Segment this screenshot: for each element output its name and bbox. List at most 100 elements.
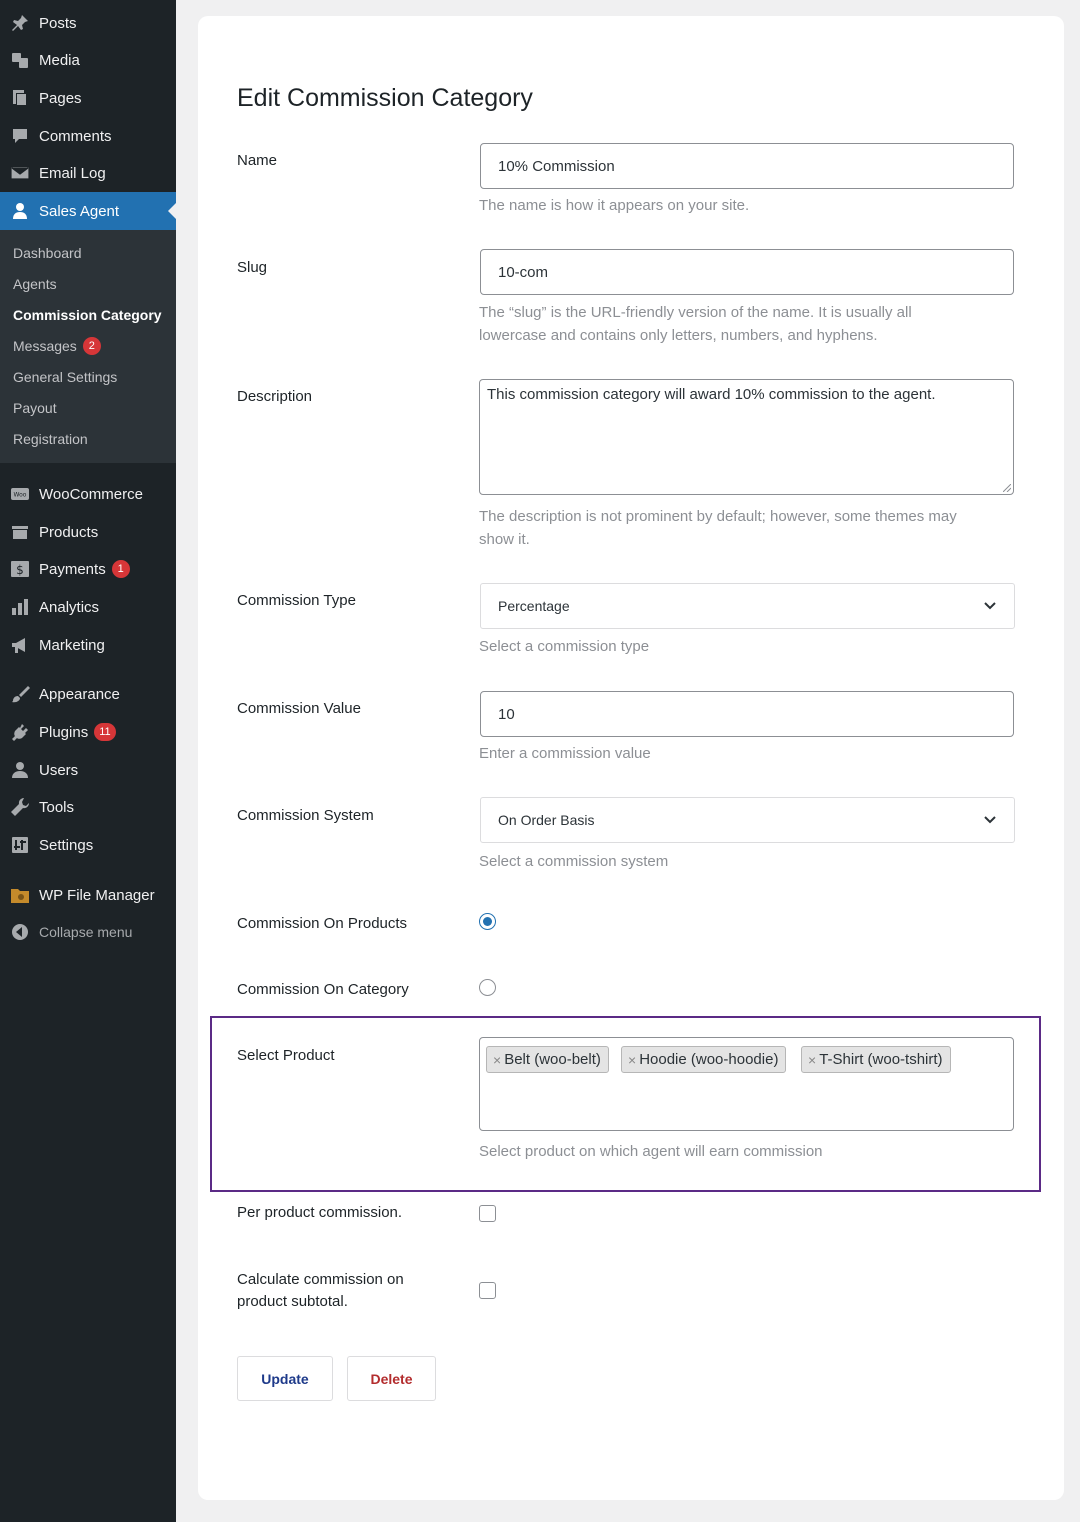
description-help-line: The description is not prominent by defa… — [479, 508, 957, 525]
remove-token-icon[interactable]: × — [493, 1052, 501, 1068]
menu-item-sales-agent[interactable]: Sales Agent — [0, 192, 176, 230]
folder-icon — [9, 885, 31, 905]
menu-item-analytics[interactable]: Analytics — [0, 588, 176, 626]
submenu-label: Messages — [13, 338, 77, 354]
per-product-commission-label: Per product commission. — [237, 1204, 403, 1221]
select-product-multiselect[interactable]: × Belt (woo-belt) × Hoodie (woo-hoodie) … — [479, 1037, 1014, 1131]
menu-item-settings[interactable]: Settings — [0, 826, 176, 864]
menu-item-plugins[interactable]: Plugins 11 — [0, 713, 176, 751]
wrench-icon — [9, 797, 31, 817]
email-icon — [9, 163, 31, 183]
submenu-agents[interactable]: Agents — [13, 273, 57, 295]
submenu-dashboard[interactable]: Dashboard — [13, 242, 82, 264]
description-value: This commission category will award 10% … — [487, 386, 936, 403]
slug-label: Slug — [237, 259, 268, 276]
menu-label: Users — [39, 761, 79, 779]
commission-system-select[interactable]: On Order Basis — [480, 797, 1015, 843]
menu-label: Plugins — [39, 723, 89, 741]
description-textarea[interactable]: This commission category will award 10% … — [479, 379, 1014, 495]
submenu-payout[interactable]: Payout — [13, 397, 57, 419]
menu-item-comments[interactable]: Comments — [0, 117, 176, 155]
collapse-menu-button[interactable]: Collapse menu — [0, 913, 176, 951]
page-title: Edit Commission Category — [237, 84, 533, 112]
agent-icon — [9, 201, 31, 221]
menu-label: Media — [39, 51, 80, 69]
submenu-commission-category[interactable]: Commission Category — [13, 304, 162, 326]
commission-on-products-radio[interactable] — [479, 913, 496, 930]
slug-help-line: The “slug” is the URL-friendly version o… — [479, 304, 912, 321]
menu-label: WooCommerce — [39, 485, 143, 503]
menu-item-appearance[interactable]: Appearance — [0, 675, 176, 713]
slug-input[interactable]: 10-com — [480, 249, 1014, 295]
menu-label: Tools — [39, 798, 75, 816]
menu-item-media[interactable]: Media — [0, 41, 176, 79]
menu-item-tools[interactable]: Tools — [0, 788, 176, 826]
menu-label: Products — [39, 523, 99, 541]
delete-button[interactable]: Delete — [347, 1356, 436, 1401]
submenu-messages[interactable]: Messages 2 — [13, 335, 101, 357]
comment-icon — [9, 126, 31, 146]
product-token[interactable]: × Hoodie (woo-hoodie) — [621, 1046, 787, 1073]
media-icon — [9, 50, 31, 70]
user-icon — [9, 760, 31, 780]
resize-grip-icon[interactable] — [1003, 484, 1011, 492]
per-product-commission-checkbox[interactable] — [479, 1205, 496, 1222]
commission-type-label: Commission Type — [237, 592, 356, 609]
commission-value-value: 10 — [498, 705, 515, 723]
menu-item-marketing[interactable]: Marketing — [0, 626, 176, 664]
menu-item-pages[interactable]: Pages — [0, 79, 176, 117]
menu-item-woocommerce[interactable]: Woo WooCommerce — [0, 475, 176, 513]
remove-token-icon[interactable]: × — [628, 1052, 636, 1068]
product-token[interactable]: × T-Shirt (woo-tshirt) — [801, 1046, 951, 1073]
product-token[interactable]: × Belt (woo-belt) — [486, 1046, 609, 1073]
products-icon — [9, 522, 31, 542]
chevron-down-icon — [984, 602, 996, 610]
submenu-label: General Settings — [13, 369, 118, 385]
submenu-label: Agents — [13, 276, 57, 292]
name-value: 10% Commission — [498, 157, 615, 175]
brush-icon — [9, 684, 31, 704]
update-button[interactable]: Update — [237, 1356, 333, 1401]
product-token-label: Hoodie (woo-hoodie) — [639, 1051, 779, 1068]
submenu-registration[interactable]: Registration — [13, 428, 88, 450]
woo-icon: Woo — [9, 484, 31, 504]
commission-system-label: Commission System — [237, 807, 374, 824]
subtotal-commission-checkbox[interactable] — [479, 1282, 496, 1299]
commission-value-input[interactable]: 10 — [480, 691, 1014, 737]
settings-icon — [9, 835, 31, 855]
name-help: The name is how it appears on your site. — [479, 197, 750, 214]
commission-on-category-radio[interactable] — [479, 979, 496, 996]
menu-label: Analytics — [39, 598, 100, 616]
megaphone-icon — [9, 635, 31, 655]
commission-on-products-label: Commission On Products — [237, 915, 408, 932]
menu-label: Marketing — [39, 636, 105, 654]
product-token-label: T-Shirt (woo-tshirt) — [819, 1051, 943, 1068]
menu-item-wp-file-manager[interactable]: WP File Manager — [0, 876, 176, 914]
menu-label: Appearance — [39, 685, 120, 703]
submenu-label: Commission Category — [13, 307, 162, 323]
select-product-help: Select product on which agent will earn … — [479, 1143, 823, 1160]
sales-agent-submenu: Dashboard Agents Commission Category Mes… — [0, 230, 176, 463]
menu-label: Payments — [39, 560, 106, 578]
description-help: The description is not prominent by defa… — [479, 505, 999, 551]
messages-count-badge: 2 — [82, 337, 101, 355]
menu-item-users[interactable]: Users — [0, 751, 176, 789]
plugins-count-badge: 11 — [94, 723, 116, 741]
menu-item-email-log[interactable]: Email Log — [0, 154, 176, 192]
svg-text:$: $ — [16, 563, 24, 577]
name-input[interactable]: 10% Commission — [480, 143, 1014, 189]
slug-value: 10-com — [498, 263, 549, 281]
menu-label: Posts — [39, 14, 77, 32]
submenu-label: Registration — [13, 431, 88, 447]
plugin-icon — [9, 722, 31, 742]
menu-item-payments[interactable]: $ Payments 1 — [0, 550, 176, 588]
menu-label: Settings — [39, 836, 94, 854]
menu-item-posts[interactable]: Posts — [0, 4, 176, 42]
commission-system-help: Select a commission system — [479, 853, 669, 870]
remove-token-icon[interactable]: × — [808, 1052, 816, 1068]
commission-type-select[interactable]: Percentage — [480, 583, 1015, 629]
menu-item-products[interactable]: Products — [0, 513, 176, 551]
submenu-general-settings[interactable]: General Settings — [13, 366, 117, 388]
slug-help-line: lowercase and contains only letters, num… — [479, 327, 878, 344]
slug-help: The “slug” is the URL-friendly version o… — [479, 301, 999, 347]
